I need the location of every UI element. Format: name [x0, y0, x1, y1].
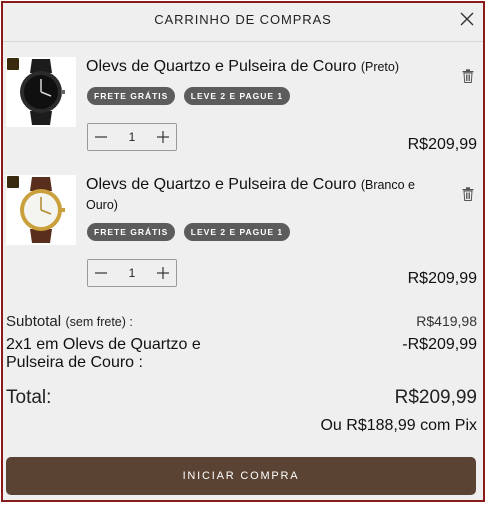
pix-price: Ou R$188,99 com Pix: [320, 417, 477, 434]
subtotal-note: (sem frete) :: [65, 315, 133, 329]
promo-badge: LEVE 2 E PAGUE 1: [183, 223, 291, 241]
promo-row: 2x1 em Olevs de Quartzo e Pulseira de Co…: [6, 336, 477, 372]
item-variant: (Preto): [360, 60, 400, 74]
total-value: R$209,99: [394, 387, 477, 408]
item-name[interactable]: Olevs de Quartzo e Pulseira de Couro (Br…: [86, 175, 426, 215]
brand-logo-icon: [7, 58, 19, 70]
cart-item: Olevs de Quartzo e Pulseira de Couro (Pr…: [3, 57, 483, 177]
close-icon[interactable]: [459, 11, 475, 27]
total-label: Total:: [6, 387, 52, 408]
item-tags: FRETE GRÁTIS LEVE 2 E PAGUE 1: [87, 222, 294, 241]
cart-item: Olevs de Quartzo e Pulseira de Couro (Br…: [3, 175, 483, 295]
item-name-text: Olevs de Quartzo e Pulseira de Couro: [86, 58, 357, 75]
promo-label: 2x1 em Olevs de Quartzo e Pulseira de Co…: [6, 336, 201, 371]
minus-icon[interactable]: [88, 124, 114, 150]
trash-icon[interactable]: [462, 187, 474, 201]
plus-icon[interactable]: [150, 260, 176, 286]
quantity-stepper: 1: [87, 259, 177, 287]
subtotal-value: R$419,98: [416, 313, 477, 329]
cart-header: CARRINHO DE COMPRAS: [3, 3, 483, 42]
item-name[interactable]: Olevs de Quartzo e Pulseira de Couro (Pr…: [86, 57, 426, 77]
item-price: R$209,99: [407, 136, 477, 153]
cart-title: CARRINHO DE COMPRAS: [154, 12, 332, 27]
item-tags: FRETE GRÁTIS LEVE 2 E PAGUE 1: [87, 86, 294, 105]
quantity-value[interactable]: 1: [114, 260, 150, 286]
brand-logo-icon: [7, 176, 19, 188]
quantity-value[interactable]: 1: [114, 124, 150, 150]
trash-icon[interactable]: [462, 69, 474, 83]
free-shipping-badge: FRETE GRÁTIS: [87, 223, 176, 241]
promo-badge: LEVE 2 E PAGUE 1: [183, 87, 291, 105]
black-watch-image[interactable]: [6, 57, 76, 127]
minus-icon[interactable]: [88, 260, 114, 286]
item-name-text: Olevs de Quartzo e Pulseira de Couro: [86, 176, 357, 193]
promo-value: -R$209,99: [402, 336, 477, 353]
checkout-button[interactable]: INICIAR COMPRA: [6, 457, 476, 495]
item-price: R$209,99: [407, 270, 477, 287]
total-row: Total: R$209,99: [6, 387, 477, 409]
plus-icon[interactable]: [150, 124, 176, 150]
free-shipping-badge: FRETE GRÁTIS: [87, 87, 176, 105]
gold-watch-image[interactable]: [6, 175, 76, 245]
quantity-stepper: 1: [87, 123, 177, 151]
subtotal-label: Subtotal: [6, 313, 62, 330]
subtotal-row: Subtotal (sem frete) : R$419,98: [6, 313, 477, 331]
cart-drawer: CARRINHO DE COMPRAS Olevs de Quartzo e P…: [1, 1, 485, 502]
